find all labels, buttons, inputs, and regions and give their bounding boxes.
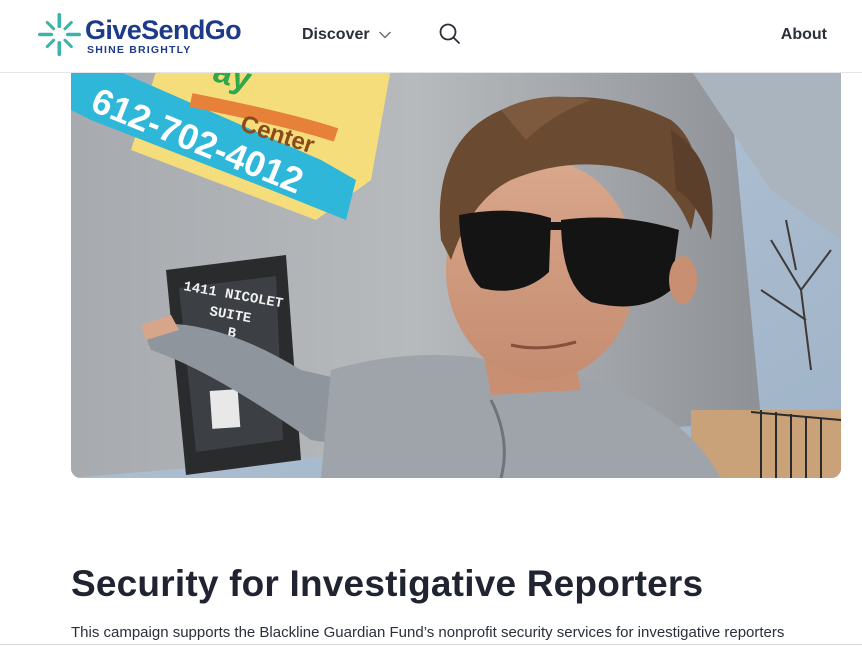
search-button[interactable] xyxy=(438,22,462,46)
site-header: GiveSendGo SHINE BRIGHTLY Discover About xyxy=(0,0,862,73)
sparkle-logo-icon xyxy=(38,13,81,56)
search-icon xyxy=(439,23,460,44)
campaign-title: Security for Investigative Reporters xyxy=(71,563,704,604)
logo-wordmark: GiveSendGo xyxy=(85,15,242,45)
campaign-hero-image: ay Center 612-702-4012 1411 NICOLET SUIT… xyxy=(71,40,841,478)
campaign-description: This campaign supports the Blackline Gua… xyxy=(71,624,785,641)
logo-tagline: SHINE BRIGHTLY xyxy=(87,44,192,56)
chevron-down-icon xyxy=(378,31,391,39)
discover-label: Discover xyxy=(302,26,370,43)
divider xyxy=(0,644,862,645)
discover-menu-button[interactable]: Discover xyxy=(302,24,391,46)
givesendgo-logo[interactable]: GiveSendGo SHINE BRIGHTLY xyxy=(38,12,250,58)
about-link[interactable]: About xyxy=(781,24,827,46)
